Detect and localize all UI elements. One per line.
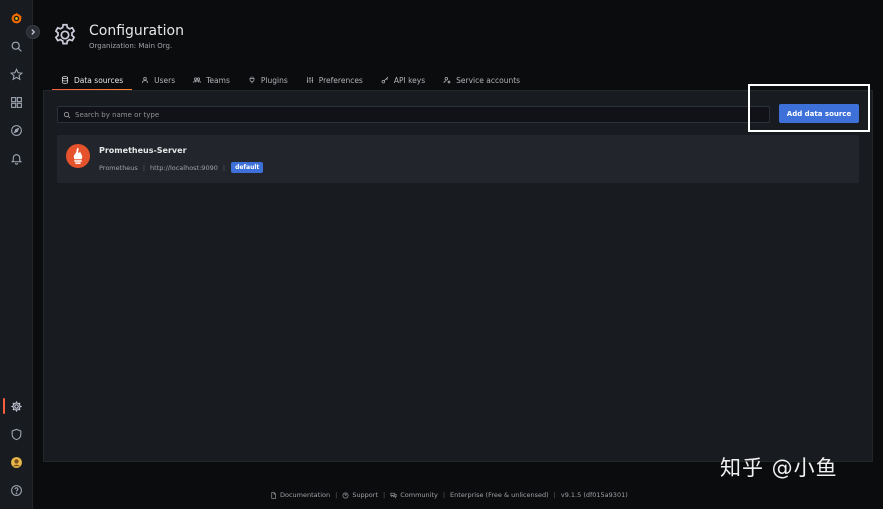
- watermark-text: 知乎 @小鱼: [720, 456, 838, 480]
- compass-icon[interactable]: [0, 118, 33, 142]
- tab-plugins[interactable]: Plugins: [239, 70, 297, 90]
- tab-users[interactable]: Users: [132, 70, 184, 90]
- tab-teams[interactable]: Teams: [184, 70, 239, 90]
- chevron-right-icon: [31, 29, 36, 35]
- tab-data-sources[interactable]: Data sources: [52, 70, 133, 91]
- document-icon: [271, 491, 276, 499]
- tab-label: Preferences: [318, 75, 363, 85]
- tab-preferences[interactable]: Preferences: [297, 70, 372, 90]
- datasource-url: http://localhost:9090: [150, 163, 218, 172]
- page-title: Configuration: [89, 23, 184, 39]
- question-circle-icon: [342, 492, 349, 498]
- configuration-gear-icon: [52, 22, 78, 48]
- footer-version: v9.1.5 (df015a9301): [561, 491, 628, 499]
- dashboards-icon[interactable]: [0, 90, 33, 114]
- tab-label: Data sources: [74, 75, 124, 85]
- footer-community-link[interactable]: Community: [390, 491, 438, 499]
- datasource-list-item[interactable]: Prometheus-Server Prometheus | http://lo…: [57, 135, 859, 183]
- separator: |: [442, 491, 446, 499]
- user-icon: [142, 76, 149, 84]
- sliders-icon: [306, 77, 313, 83]
- page-subtitle: Organization: Main Org.: [89, 42, 173, 50]
- footer-support-link[interactable]: Support: [342, 491, 378, 499]
- avatar[interactable]: [0, 450, 33, 474]
- tab-bar: Data sources Users Teams Plugins Prefere…: [52, 70, 529, 91]
- tab-label: Plugins: [260, 75, 288, 85]
- search-box[interactable]: [57, 106, 770, 123]
- bell-icon[interactable]: [0, 146, 33, 170]
- footer-documentation-link[interactable]: Documentation: [270, 491, 330, 499]
- sidebar: [0, 0, 33, 509]
- search-input[interactable]: [75, 110, 755, 119]
- user-cog-icon: [443, 76, 451, 84]
- default-badge: default: [231, 162, 264, 173]
- footer-label: Enterprise (Free & unlicensed): [450, 491, 549, 499]
- tab-api-keys[interactable]: API keys: [372, 70, 434, 90]
- tab-service-accounts[interactable]: Service accounts: [434, 70, 529, 90]
- tab-label: API keys: [393, 75, 426, 85]
- footer-label: v9.1.5 (df015a9301): [560, 491, 628, 499]
- gear-icon[interactable]: [0, 394, 33, 418]
- sidebar-expand-button[interactable]: [26, 25, 40, 39]
- help-icon[interactable]: [0, 478, 33, 502]
- separator: |: [335, 491, 338, 499]
- footer: Documentation | Support | Community | En…: [270, 490, 628, 500]
- separator: |: [222, 163, 226, 172]
- comments-icon: [390, 492, 397, 498]
- tab-label: Users: [154, 75, 176, 85]
- separator: |: [383, 491, 386, 499]
- separator: |: [142, 163, 146, 172]
- tab-label: Teams: [206, 75, 230, 85]
- footer-label: Community: [400, 491, 438, 499]
- add-data-source-button[interactable]: Add data source: [779, 104, 859, 123]
- shield-icon[interactable]: [0, 422, 33, 446]
- datasource-type: Prometheus: [99, 163, 138, 172]
- datasource-meta: Prometheus | http://localhost:9090 | def…: [99, 162, 264, 173]
- tab-label: Service accounts: [456, 75, 521, 85]
- key-icon: [381, 76, 389, 84]
- prometheus-logo-icon: [66, 144, 90, 168]
- plug-icon: [249, 76, 255, 84]
- datasource-name: Prometheus-Server: [99, 146, 187, 155]
- footer-edition-link[interactable]: Enterprise (Free & unlicensed): [450, 491, 549, 499]
- footer-label: Support: [352, 491, 379, 499]
- users-icon: [193, 77, 201, 83]
- database-icon: [61, 76, 69, 84]
- separator: |: [553, 491, 556, 499]
- star-icon[interactable]: [0, 62, 33, 86]
- search-icon: [63, 111, 71, 118]
- footer-label: Documentation: [280, 491, 331, 499]
